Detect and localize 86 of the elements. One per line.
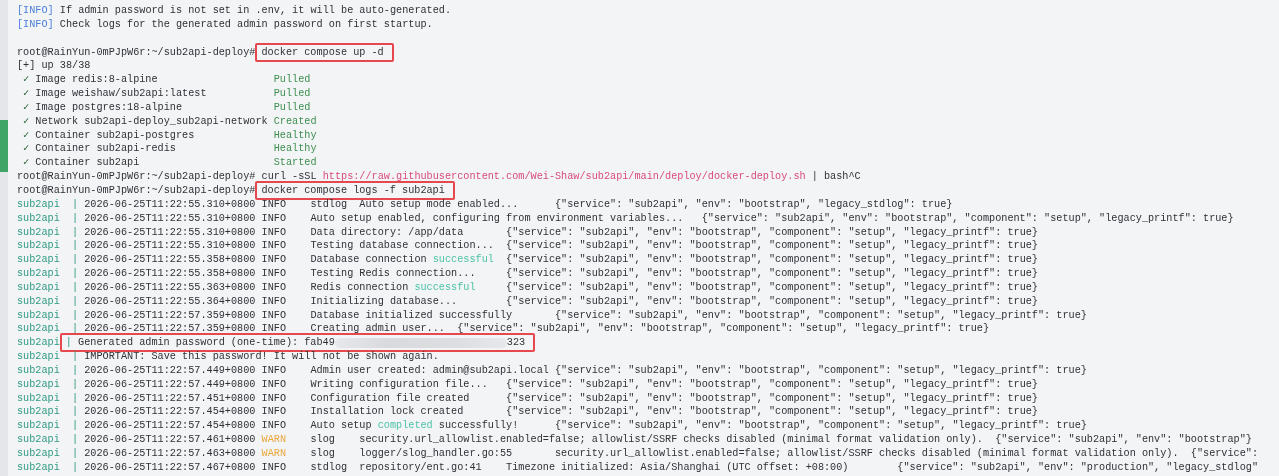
output-text: 2026-06-25T11:22:57.454+0800 INFO Installation lock created {"service": "sub2api", "env": "bootstrap", "component": "setup", "legacy_printf": true} <box>83 406 1038 418</box>
resource-name: Image redis:8-alpine <box>35 73 159 88</box>
output-text: 2026-06-25T11:22:55.358+0800 INFO Database connection <box>83 254 428 266</box>
service-name: sub2api | <box>17 268 79 280</box>
resource-name: Container sub2api-postgres <box>35 128 196 143</box>
service-name: sub2api | <box>17 226 79 238</box>
service-name: sub2api | <box>17 323 79 335</box>
check-mark: ✓ <box>23 87 31 101</box>
output-text: 2026-06-25T11:22:57.463+0800 <box>83 448 257 459</box>
info-tag: [INFO] <box>17 18 54 30</box>
status-text: Pulled <box>273 101 311 113</box>
status-text: Healthy <box>273 129 317 141</box>
check-mark: ✓ <box>23 114 31 129</box>
status-text: Created <box>273 115 317 127</box>
output-text: 2026-06-25T11:22:55.310+0800 INFO Auto setup enabled, configuring from environment variables... {"service": "sub2api", "env": "bootstrap", "component": "setup", "legacy_printf": true} <box>83 212 1234 224</box>
output-text: 2026-06-25T11:22:57.467+0800 INFO stdlog repository/ent.go:41 Timezone initialized: Asia/Shanghai (UTC offset: +08:00) {"service": "sub2api", "env": "production", "legacy_stdlog" <box>83 461 1259 473</box>
service-name: sub2api | <box>17 461 79 473</box>
check-mark: ✓ <box>23 73 31 88</box>
output-text: successfully! {"service": "sub2api", "env": "bootstrap", "component": "setup", "legacy_printf": true} <box>437 420 1087 432</box>
resource-name: Image postgres:18-alpine <box>35 100 184 115</box>
service-name: sub2api | <box>17 198 79 210</box>
service-name: sub2api | <box>17 406 79 418</box>
url-text: https://raw.githubusercontent.com/Wei-Shaw/sub2api/main/deploy/docker-deploy.sh <box>322 171 806 183</box>
info-tag: [INFO] <box>17 5 54 16</box>
output-text: 2026-06-25T11:22:57.449+0800 INFO Writing configuration file... {"service": "sub2api", "env": "bootstrap", "component": "setup", "legacy_printf": true} <box>83 378 1038 390</box>
output-text: Check logs for the generated admin password on first startup. <box>58 18 433 30</box>
shell-prompt: root@RainYun-0mPJpW6r:~/sub2api-deploy# <box>17 184 256 196</box>
output-text: IMPORTANT: Save this password! It will not be shown again. <box>83 351 439 363</box>
service-name: sub2api | <box>17 392 79 404</box>
service-name: sub2api | <box>17 295 79 307</box>
status-text: Healthy <box>273 143 317 155</box>
output-text: 2026-06-25T11:22:57.461+0800 <box>83 434 257 446</box>
check-mark: ✓ <box>23 142 31 157</box>
service-name: sub2api <box>17 337 60 349</box>
service-name: sub2api | <box>17 378 79 390</box>
success-text: successful <box>414 281 476 293</box>
warn-level: WARN <box>261 448 286 459</box>
status-text: Started <box>273 157 317 169</box>
service-name: sub2api | <box>17 309 79 321</box>
service-name: sub2api | <box>17 254 79 266</box>
output-text: curl -sSL <box>260 171 318 183</box>
check-mark: ✓ <box>23 128 31 143</box>
success-text: successful <box>432 254 494 266</box>
output-text: {"service": "sub2api", "env": "bootstrap", "component": "setup", "legacy_printf": true} <box>505 281 1038 293</box>
output-text: 2026-06-25T11:22:55.358+0800 INFO Testing Redis connection... {"service": "sub2api", "env": "bootstrap", "component": "setup", "legacy_printf": true} <box>83 268 1038 280</box>
output-text: 2026-06-25T11:22:57.359+0800 INFO Database initialized successfully {"service": "sub2api", "env": "bootstrap", "component": "setup", "legacy_printf": true} <box>83 309 1087 321</box>
resource-name: Container sub2api <box>35 156 141 171</box>
output-text: 2026-06-25T11:22:55.364+0800 INFO Initializing database... {"service": "sub2api", "env": "bootstrap", "component": "setup", "legacy_printf": true} <box>83 295 1038 307</box>
status-text: Pulled <box>273 74 311 86</box>
output-text: 2026-06-25T11:22:57.359+0800 INFO Creating admin user... {"service": "sub2api", "env": "bootstrap", "component": "setup", "legacy_printf": true} <box>83 323 990 335</box>
output-text: 2026-06-25T11:22:55.310+0800 INFO Testing database connection... {"service": "sub2api", "env": "bootstrap", "component": "setup", "legacy_printf": true} <box>83 240 1038 252</box>
service-name: sub2api | <box>17 281 79 293</box>
command-text: docker compose up -d <box>261 46 384 58</box>
output-text: 2026-06-25T11:22:57.454+0800 INFO Auto setup <box>83 420 373 432</box>
output-text: Generated admin password (one-time): fab49 <box>77 337 335 349</box>
output-text: 2026-06-25T11:22:55.363+0800 INFO Redis connection <box>83 281 410 293</box>
warn-level: WARN <box>261 434 286 446</box>
check-mark: ✓ <box>23 156 31 171</box>
output-text: slog logger/slog_handler.go:55 security.url_allowlist.enabled=false; allowlist/SSRF checks disabled (minimal format validation only). {"service": <box>309 448 1259 459</box>
resource-name: Network sub2api-deploy_sub2api-network <box>35 114 269 129</box>
output-text: If admin password is not set in .env, it will be auto-generated. <box>58 5 452 16</box>
service-name: sub2api | <box>17 212 79 224</box>
service-name: sub2api | <box>17 448 79 459</box>
service-name: sub2api | <box>17 351 79 363</box>
status-text: Pulled <box>273 88 311 100</box>
success-text: completed <box>377 420 433 432</box>
output-text: [+] up 38/38 <box>17 60 91 72</box>
check-mark: ✓ <box>23 100 31 115</box>
output-text: 2026-06-25T11:22:55.310+0800 INFO stdlog Auto setup mode enabled... {"service": "sub2api", "env": "bootstrap", "legacy_stdlog": true} <box>83 198 953 210</box>
shell-prompt: root@RainYun-0mPJpW6r:~/sub2api-deploy# <box>17 171 256 183</box>
output-text: slog security.url_allowlist.enabled=false; allowlist/SSRF checks disabled (minimal format validation only). {"service": "sub2api", "env": "bootstrap"} <box>309 434 1252 446</box>
output-text: 2026-06-25T11:22:57.449+0800 INFO Admin user created: admin@sub2api.local {"service": "sub2api", "env": "bootstrap", "component": "setup", "legacy_printf": true} <box>83 364 1087 376</box>
output-text: 2026-06-25T11:22:55.310+0800 INFO Data directory: /app/data {"service": "sub2api", "env": "bootstrap", "component": "setup", "legacy_printf": true} <box>83 226 1038 238</box>
service-name: sub2api | <box>17 364 79 376</box>
output-text: 2026-06-25T11:22:57.451+0800 INFO Configuration file created {"service": "sub2api", "env": "bootstrap", "component": "setup", "legacy_printf": true} <box>83 392 1038 404</box>
service-name: sub2api | <box>17 240 79 252</box>
resource-name: Image weishaw/sub2api:latest <box>35 87 208 101</box>
output-text: 323 <box>506 337 526 349</box>
shell-prompt: root@RainYun-0mPJpW6r:~/sub2api-deploy# <box>17 46 256 58</box>
output-text: {"service": "sub2api", "env": "bootstrap", "component": "setup", "legacy_printf": true} <box>505 254 1038 266</box>
resource-name: Container sub2api-redis <box>35 142 177 157</box>
service-name: | <box>65 337 72 349</box>
output-text: | bash^C <box>810 171 861 183</box>
service-name: sub2api | <box>17 434 79 446</box>
command-text: docker compose logs -f sub2api <box>261 184 445 196</box>
service-name: sub2api | <box>17 420 79 432</box>
